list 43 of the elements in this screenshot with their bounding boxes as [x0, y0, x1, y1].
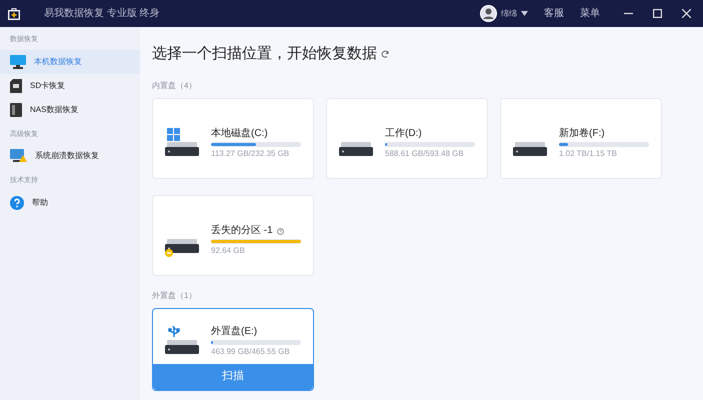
section-heading: 内置盘（4） [152, 80, 198, 92]
menu-link[interactable]: 菜单 [580, 6, 600, 21]
user-avatar-icon[interactable] [480, 5, 497, 22]
drive-name: 工作(D:) [385, 128, 422, 141]
sidebar-item[interactable]: NAS数据恢复 [0, 98, 140, 122]
drive-size: 588.61 GB/593.48 GB [385, 148, 465, 160]
drive-name: 新加卷(F:) [559, 128, 605, 141]
sd-card-icon [10, 78, 22, 92]
drive-size: 92.64 GB [211, 244, 246, 257]
sidebar-item[interactable]: 系统崩溃数据恢复 [0, 144, 140, 168]
menu-link[interactable]: 客服 [544, 6, 564, 21]
window-title: 易我数据恢复 专业版 终身 [44, 6, 160, 21]
drive-size: 113.27 GB/232.35 GB [211, 148, 290, 160]
windows-disk-icon [165, 128, 199, 156]
hard-disk-icon [513, 142, 547, 156]
sidebar-item[interactable]: 帮助 [0, 190, 140, 214]
server-icon [10, 102, 22, 116]
help-icon [10, 196, 24, 210]
drive-card[interactable]: 外置盘(E:) 463.99 GB/465.55 GB 扫描 [152, 308, 314, 390]
help-icon [276, 228, 284, 235]
sidebar-item[interactable]: SD卡恢复 [0, 74, 140, 98]
drive-size: 1.02 TB/1.15 TB [559, 148, 618, 160]
refresh-icon[interactable] [381, 50, 389, 58]
drive-name: 本地磁盘(C:) [211, 128, 268, 141]
drive-name: 丢失的分区 -1 [211, 225, 273, 238]
maximize-icon[interactable] [653, 9, 662, 18]
monitor-warning-icon [10, 149, 27, 163]
section-heading: 外置盘（1） [152, 290, 198, 302]
page-title: 选择一个扫描位置，开始恢复数据 [152, 44, 377, 64]
drive-card[interactable]: 工作(D:) 588.61 GB/593.48 GB [326, 98, 488, 178]
disk-warning-icon [165, 239, 199, 257]
user-name[interactable]: 绵绵 [501, 8, 517, 20]
drive-card[interactable]: 新加卷(F:) 1.02 TB/1.15 TB [500, 98, 662, 178]
usb-disk-icon [165, 326, 199, 354]
caret-icon[interactable] [521, 11, 528, 16]
monitor-icon [10, 54, 26, 68]
drive-card[interactable]: 丢失的分区 -1 92.64 GB [152, 194, 314, 276]
drive-card[interactable]: 本地磁盘(C:) 113.27 GB/232.35 GB [152, 98, 314, 178]
medical-kit-icon [8, 8, 20, 20]
drive-size: 463.99 GB/465.55 GB [211, 346, 291, 358]
close-icon[interactable] [682, 9, 691, 18]
hard-disk-icon [339, 142, 373, 156]
drive-name: 外置盘(E:) [211, 326, 258, 339]
